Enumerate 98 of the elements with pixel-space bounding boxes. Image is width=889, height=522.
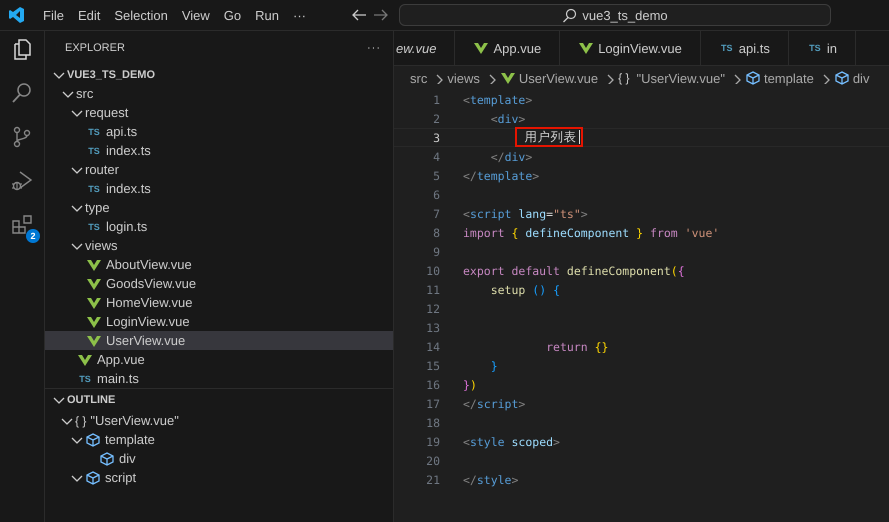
file-tree-item[interactable]: TS index.ts: [45, 179, 393, 198]
cube-icon: [99, 450, 115, 466]
braces-icon: { }: [618, 71, 630, 85]
breadcrumb-item[interactable]: { } "UserView.vue": [618, 70, 725, 86]
outline-header[interactable]: OUTLINE: [45, 388, 393, 411]
line-number: 16: [425, 378, 440, 392]
line-number: 5: [432, 168, 440, 182]
editor-tab[interactable]: ew.vue: [394, 31, 456, 65]
search-icon: [562, 8, 578, 22]
file-tree-item[interactable]: LoginView.vue: [45, 312, 393, 331]
run-debug-icon[interactable]: [10, 169, 34, 193]
code-line: export default defineComponent({: [463, 264, 685, 278]
line-number: 21: [425, 472, 440, 486]
line-number: 8: [432, 226, 440, 240]
ts-file-icon: TS: [77, 374, 93, 384]
file-tree-item[interactable]: TS main.ts: [45, 369, 393, 388]
line-number: 20: [425, 454, 440, 468]
line-number: 18: [425, 416, 440, 430]
line-number: 19: [425, 434, 440, 448]
line-number: 15: [425, 358, 440, 372]
cube-icon: [85, 470, 101, 486]
ts-file-icon: TS: [86, 184, 102, 194]
command-center-search[interactable]: vue3_ts_demo: [399, 4, 831, 26]
file-tree-item[interactable]: src: [45, 84, 393, 103]
code-line: setup () {: [490, 282, 560, 296]
code-line: }): [463, 378, 477, 392]
outline-item[interactable]: { } "UserView.vue": [45, 411, 393, 430]
more-actions-button[interactable]: ···: [367, 42, 381, 54]
file-tree-item[interactable]: router: [45, 160, 393, 179]
outline-item[interactable]: div: [45, 449, 393, 468]
code-line: import { defineComponent } from 'vue': [463, 226, 720, 240]
file-tree-item[interactable]: HomeView.vue: [45, 293, 393, 312]
file-tree-item[interactable]: request: [45, 103, 393, 122]
outline-item[interactable]: template: [45, 430, 393, 449]
file-tree-item[interactable]: type: [45, 198, 393, 217]
outline-item[interactable]: script: [45, 468, 393, 487]
line-number: 3: [432, 130, 440, 144]
line-number: 17: [425, 396, 440, 410]
vue-file-icon: [578, 40, 594, 56]
code-line: </style>: [463, 472, 518, 486]
cube-icon: [834, 70, 850, 86]
file-tree-item[interactable]: TS api.ts: [45, 122, 393, 141]
file-tree-item[interactable]: VUE3_TS_DEMO: [45, 65, 393, 84]
explorer-title: EXPLORER: [65, 42, 125, 54]
breadcrumb-item[interactable]: views: [447, 70, 480, 86]
code-line: <style scoped>: [463, 434, 560, 448]
notification-badge: 2: [26, 229, 40, 243]
line-number: 12: [425, 302, 440, 316]
menu-item[interactable]: Edit: [70, 4, 108, 26]
ts-file-icon: TS: [806, 43, 823, 53]
line-number: 1: [432, 92, 440, 106]
line-number: 4: [432, 150, 440, 164]
line-number: 6: [432, 188, 440, 202]
menu-item[interactable]: View: [174, 4, 217, 26]
line-number: 14: [425, 340, 440, 354]
ts-file-icon: TS: [86, 126, 102, 136]
line-number: 13: [425, 320, 440, 334]
file-tree-item[interactable]: App.vue: [45, 350, 393, 369]
menu-item[interactable]: Selection: [107, 4, 175, 26]
code-line: </script>: [463, 396, 526, 410]
ts-file-icon: TS: [86, 146, 102, 156]
braces-icon: { }: [75, 414, 86, 428]
line-number: 11: [425, 282, 440, 296]
menu-item[interactable]: Run: [248, 4, 286, 26]
file-tree-item[interactable]: TS index.ts: [45, 141, 393, 160]
vue-file-icon: [473, 40, 490, 56]
line-number: 10: [425, 264, 440, 278]
breadcrumb-item[interactable]: UserView.vue: [500, 70, 598, 86]
code-line: <template>: [463, 92, 532, 106]
ts-file-icon: TS: [86, 222, 102, 232]
file-tree-item[interactable]: AboutView.vue: [45, 255, 393, 274]
file-tree-item[interactable]: GoodsView.vue: [45, 274, 393, 293]
code-line: return {}: [545, 340, 608, 354]
code-line: 用户列表: [463, 129, 580, 146]
line-number: 2: [432, 112, 440, 126]
menu-item[interactable]: ···: [286, 4, 313, 26]
line-number: 9: [432, 244, 440, 258]
breadcrumb-item[interactable]: src: [410, 70, 428, 86]
line-number: 7: [432, 206, 440, 220]
vscode-logo-icon: [8, 6, 26, 24]
back-arrow-icon[interactable]: [351, 7, 367, 23]
menu-item[interactable]: Go: [216, 4, 248, 26]
file-tree-item[interactable]: views: [45, 236, 393, 255]
breadcrumb-item[interactable]: div: [834, 70, 870, 86]
file-tree-item[interactable]: TS login.ts: [45, 217, 393, 236]
code-line: </template>: [463, 168, 540, 182]
code-line: }: [490, 358, 498, 372]
cube-icon: [85, 432, 101, 448]
forward-arrow-icon[interactable]: [373, 7, 389, 23]
menu-item[interactable]: File: [36, 4, 71, 26]
code-line: </div>: [490, 150, 532, 164]
vue-file-icon: [500, 70, 516, 86]
cube-icon: [744, 70, 761, 86]
ts-file-icon: TS: [718, 43, 735, 53]
breadcrumb-item[interactable]: template: [744, 70, 814, 86]
code-line: <script lang="ts">: [463, 206, 588, 220]
code-line: <div>: [490, 112, 526, 126]
file-tree-item[interactable]: UserView.vue: [45, 331, 393, 350]
